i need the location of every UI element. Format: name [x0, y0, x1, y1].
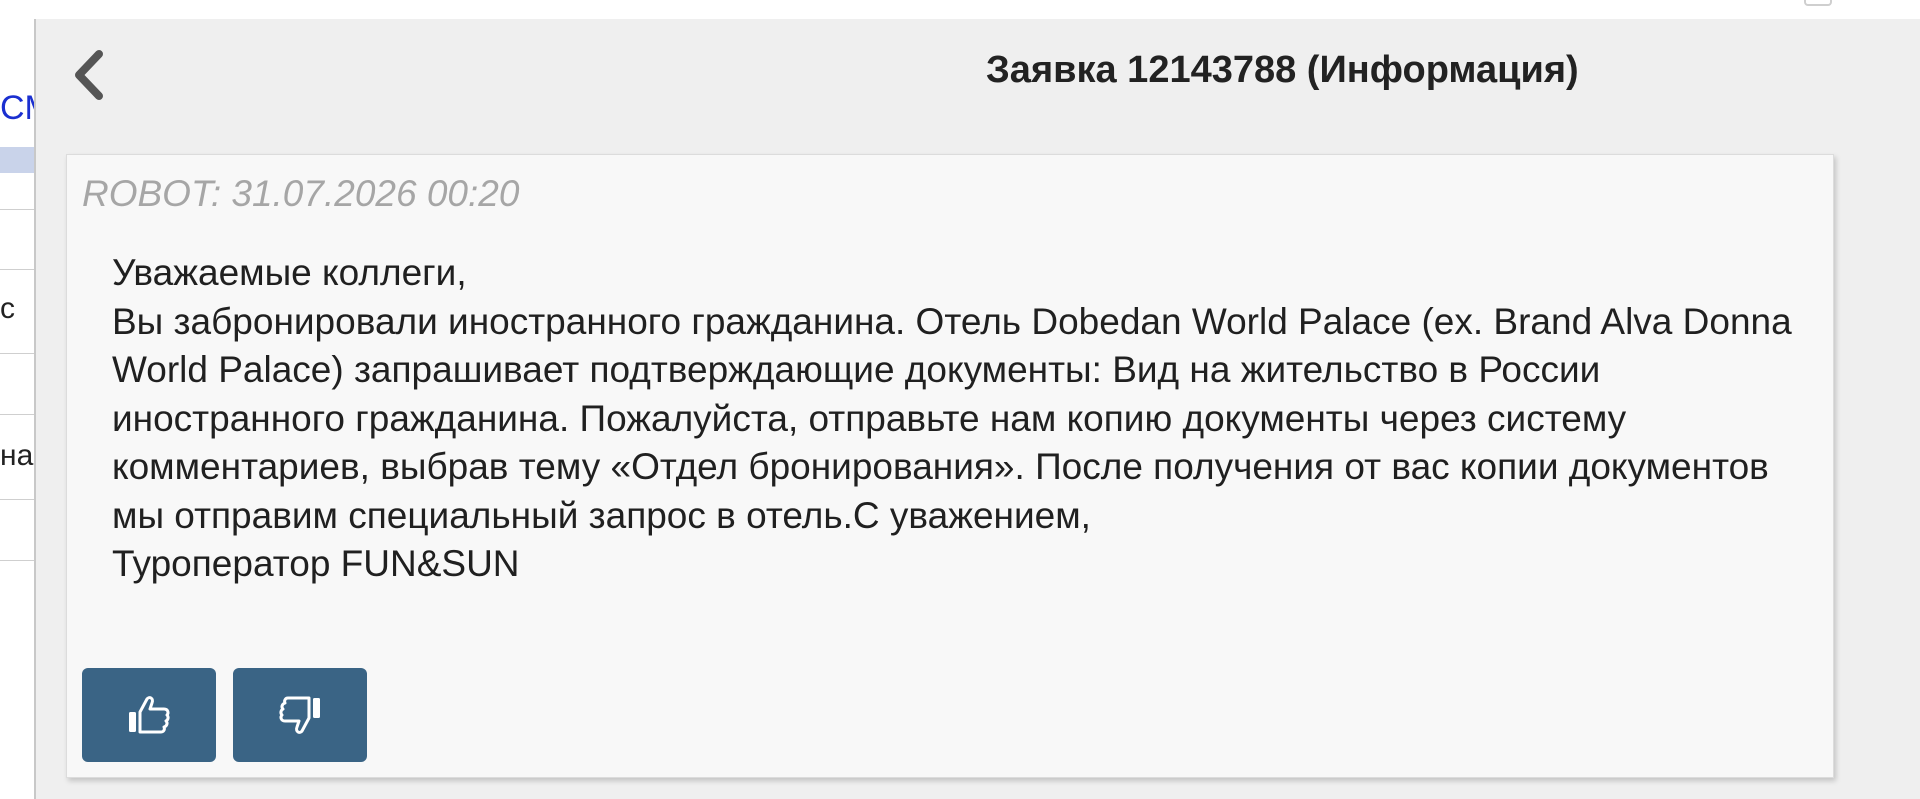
request-info-panel: Заявка 12143788 (Информация) ROBOT: 31.0… [34, 19, 1920, 799]
message-line: Туроператор FUN&SUN [112, 543, 520, 584]
message-line: Уважаемые коллеги, [112, 252, 467, 293]
background-link: CM [0, 89, 34, 127]
comment-card: ROBOT: 31.07.2026 00:20 Уважаемые коллег… [66, 154, 1834, 778]
page-title: Заявка 12143788 (Информация) [986, 49, 1579, 91]
background-divider [0, 269, 34, 270]
background-highlight-row [0, 147, 34, 173]
like-button[interactable] [82, 668, 216, 762]
thumbs-down-icon [279, 696, 320, 734]
background-divider [0, 414, 34, 415]
background-divider [0, 353, 34, 354]
background-text: с [0, 292, 15, 325]
message-line: Вы забронировали иностранного гражданина… [112, 300, 1792, 536]
top-bar [0, 0, 1920, 19]
background-divider [0, 560, 34, 561]
background-text: на [0, 439, 34, 472]
corner-icon [1804, 0, 1832, 6]
dislike-button[interactable] [233, 668, 367, 762]
thumbs-up-icon [129, 696, 170, 734]
background-page: CM с на [0, 19, 34, 799]
back-button[interactable] [60, 45, 116, 105]
comment-message: Уважаемые коллеги, Вы забронировали инос… [112, 249, 1812, 589]
background-divider [0, 499, 34, 500]
chevron-left-icon [75, 50, 103, 100]
comment-author-date: ROBOT: 31.07.2026 00:20 [82, 173, 520, 214]
background-divider [0, 209, 34, 210]
